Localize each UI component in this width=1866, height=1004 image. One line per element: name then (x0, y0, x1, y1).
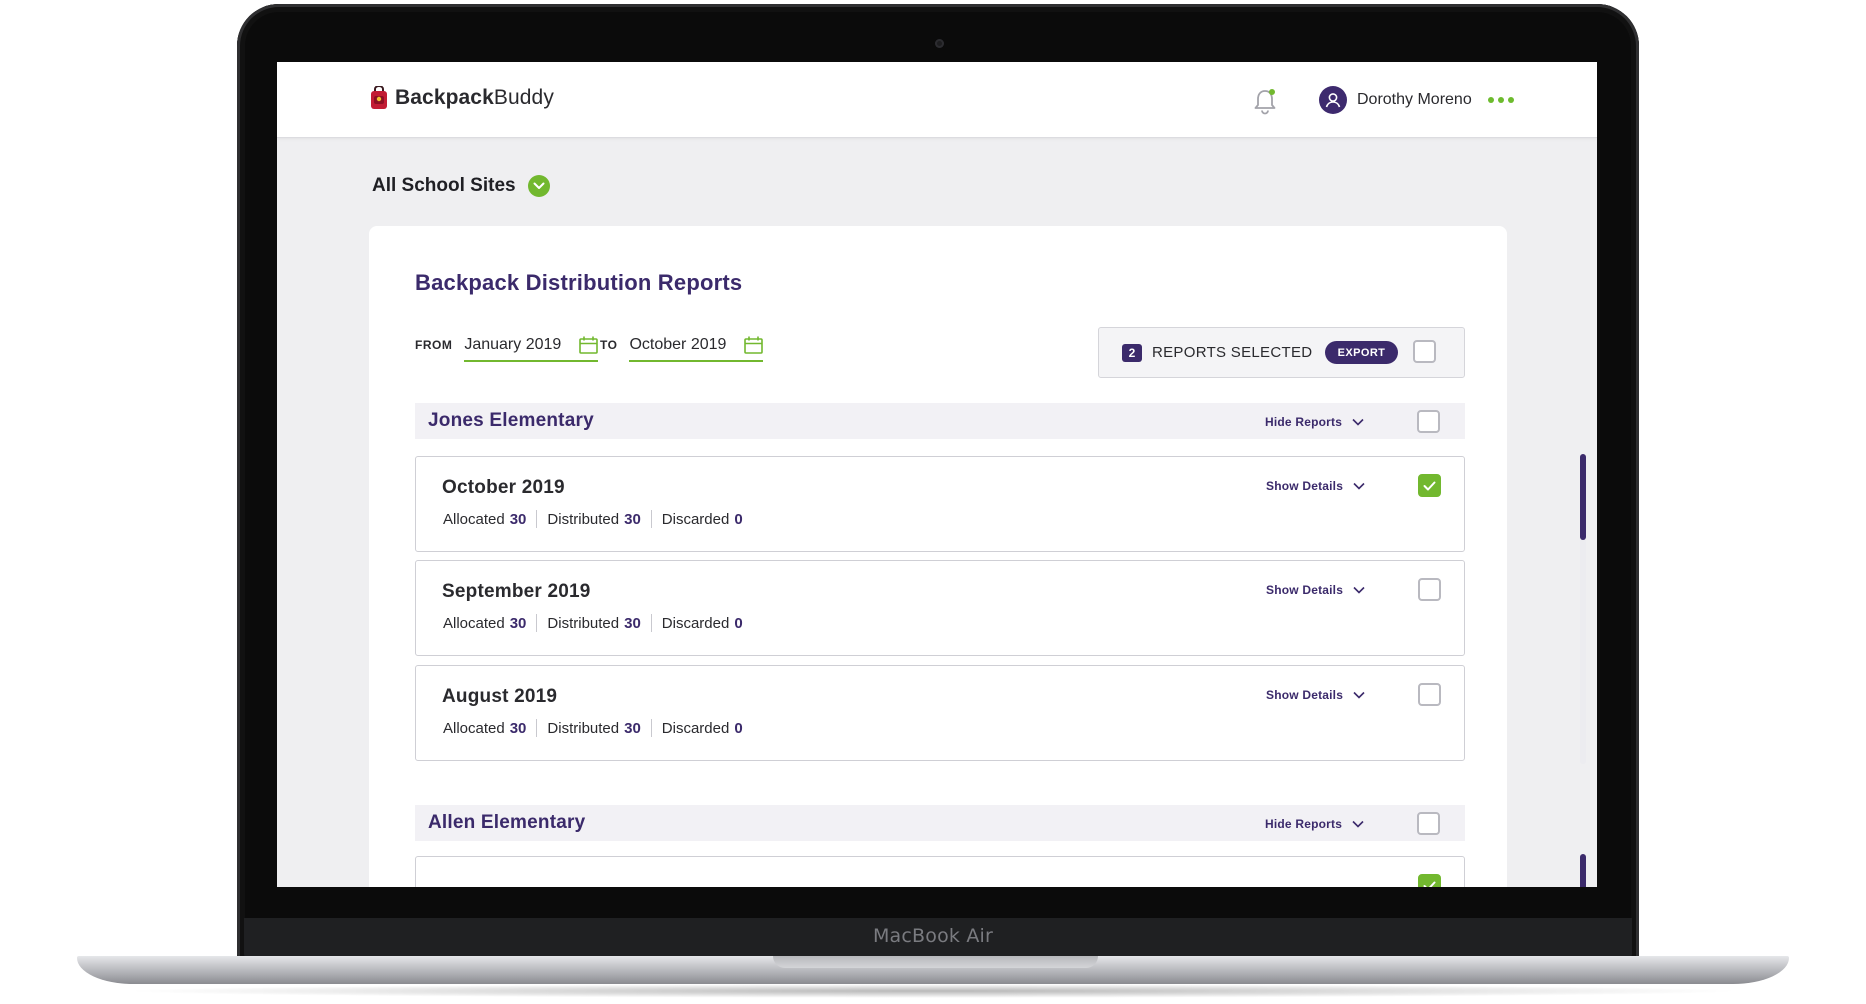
camera (935, 39, 944, 48)
chevron-down-icon (1353, 691, 1365, 699)
more-options-icon[interactable] (1487, 97, 1514, 103)
allocated-value: 30 (509, 614, 527, 632)
user-icon (1325, 93, 1341, 108)
show-details-label: Show Details (1266, 479, 1344, 493)
select-all-checkbox[interactable] (1413, 340, 1436, 363)
report-checkbox[interactable] (1418, 683, 1441, 706)
user-menu[interactable]: Dorothy Moreno (1319, 86, 1514, 114)
checkmark-icon (1423, 481, 1436, 490)
report-card[interactable] (415, 856, 1465, 887)
allocated-value: 30 (509, 719, 527, 737)
from-label: FROM (415, 338, 453, 352)
distributed-label: Distributed (547, 510, 620, 528)
discarded-label: Discarded (661, 614, 730, 632)
chevron-down-icon (1353, 586, 1365, 594)
report-checkbox-checked[interactable] (1418, 874, 1441, 887)
discarded-value: 0 (734, 719, 743, 737)
school-header-jones: Jones Elementary Hide Reports (415, 403, 1465, 439)
distributed-value: 30 (624, 510, 641, 528)
user-name: Dorothy Moreno (1357, 91, 1472, 108)
show-details-toggle[interactable]: Show Details (1266, 688, 1365, 702)
report-card[interactable]: October 2019 Allocated 30 Distributed 30 D… (415, 456, 1465, 552)
selected-count-badge: 2 (1122, 343, 1142, 362)
backpack-icon (371, 86, 387, 109)
hide-reports-toggle[interactable]: Hide Reports (1265, 817, 1364, 831)
report-checkbox[interactable] (1418, 578, 1441, 601)
reports-scrollbar[interactable] (1580, 854, 1586, 887)
hide-reports-toggle[interactable]: Hide Reports (1265, 415, 1364, 429)
report-checkbox-checked[interactable] (1418, 474, 1441, 497)
school-name: Jones Elementary (428, 410, 594, 431)
chevron-down-icon (1352, 820, 1364, 828)
checkmark-icon (1423, 881, 1436, 887)
from-date-field[interactable]: January 2019 (464, 336, 599, 362)
laptop-shadow (120, 984, 1746, 998)
hide-reports-label: Hide Reports (1265, 415, 1343, 429)
report-stats: Allocated 30 Distributed 30 Discarded 0 (443, 510, 743, 528)
allocated-value: 30 (509, 510, 527, 528)
distributed-label: Distributed (547, 614, 620, 632)
show-details-label: Show Details (1266, 688, 1344, 702)
allocated-label: Allocated (443, 614, 505, 632)
distributed-value: 30 (624, 614, 641, 632)
site-selector[interactable]: All School Sites (372, 175, 550, 197)
app-screen: BackpackBuddy Dorothy Moreno All School … (277, 62, 1597, 887)
reports-scrollbar[interactable] (1580, 454, 1586, 764)
to-label: TO (600, 338, 618, 352)
report-month: September 2019 (442, 581, 591, 602)
scrollbar-thumb[interactable] (1580, 454, 1586, 540)
report-stats: Allocated 30 Distributed 30 Discarded 0 (443, 719, 743, 737)
report-card[interactable]: August 2019 Allocated 30 Distributed 30 Di… (415, 665, 1465, 761)
from-date-value: January 2019 (464, 336, 562, 353)
scrollbar-thumb[interactable] (1580, 854, 1586, 887)
school-checkbox[interactable] (1417, 410, 1440, 433)
report-month: August 2019 (442, 686, 558, 707)
reports-selected-label: REPORTS SELECTED (1152, 344, 1313, 361)
from-date-group: FROM January 2019 (415, 336, 599, 362)
show-details-toggle[interactable]: Show Details (1266, 583, 1365, 597)
top-navigation-bar: BackpackBuddy Dorothy Moreno (277, 62, 1597, 138)
distributed-value: 30 (624, 719, 641, 737)
calendar-icon[interactable] (579, 336, 599, 354)
show-details-toggle[interactable]: Show Details (1266, 479, 1365, 493)
report-stats: Allocated 30 Distributed 30 Discarded 0 (443, 614, 743, 632)
school-header-allen: Allen Elementary Hide Reports (415, 805, 1465, 841)
allocated-label: Allocated (443, 719, 505, 737)
to-date-field[interactable]: October 2019 (629, 336, 764, 362)
logo-wordmark: BackpackBuddy (395, 86, 554, 109)
discarded-label: Discarded (661, 510, 730, 528)
discarded-value: 0 (734, 510, 743, 528)
show-details-label: Show Details (1266, 583, 1344, 597)
report-month: October 2019 (442, 477, 565, 498)
discarded-value: 0 (734, 614, 743, 632)
device-brand-label: MacBook Air (872, 925, 994, 947)
school-checkbox[interactable] (1417, 812, 1440, 835)
discarded-label: Discarded (661, 719, 730, 737)
calendar-icon[interactable] (744, 336, 764, 354)
to-date-group: TO October 2019 (600, 336, 764, 362)
reports-panel: Backpack Distribution Reports FROM Janua… (369, 226, 1586, 887)
chevron-down-icon (1353, 482, 1365, 490)
laptop-notch (773, 956, 1098, 968)
school-name: Allen Elementary (428, 812, 586, 833)
chevron-down-icon[interactable] (527, 175, 550, 197)
avatar (1319, 86, 1347, 114)
chevron-down-icon (1352, 418, 1364, 426)
export-button[interactable]: EXPORT (1325, 341, 1398, 364)
to-date-value: October 2019 (629, 336, 727, 353)
notification-bell-icon[interactable] (1252, 87, 1278, 115)
app-logo[interactable]: BackpackBuddy (369, 86, 554, 110)
page-title: Backpack Distribution Reports (415, 270, 743, 295)
distributed-label: Distributed (547, 719, 620, 737)
report-card[interactable]: September 2019 Allocated 30 Distributed 30… (415, 560, 1465, 656)
allocated-label: Allocated (443, 510, 505, 528)
export-bar: 2 REPORTS SELECTED EXPORT (1098, 327, 1465, 378)
hide-reports-label: Hide Reports (1265, 817, 1343, 831)
site-selector-label: All School Sites (372, 175, 516, 196)
